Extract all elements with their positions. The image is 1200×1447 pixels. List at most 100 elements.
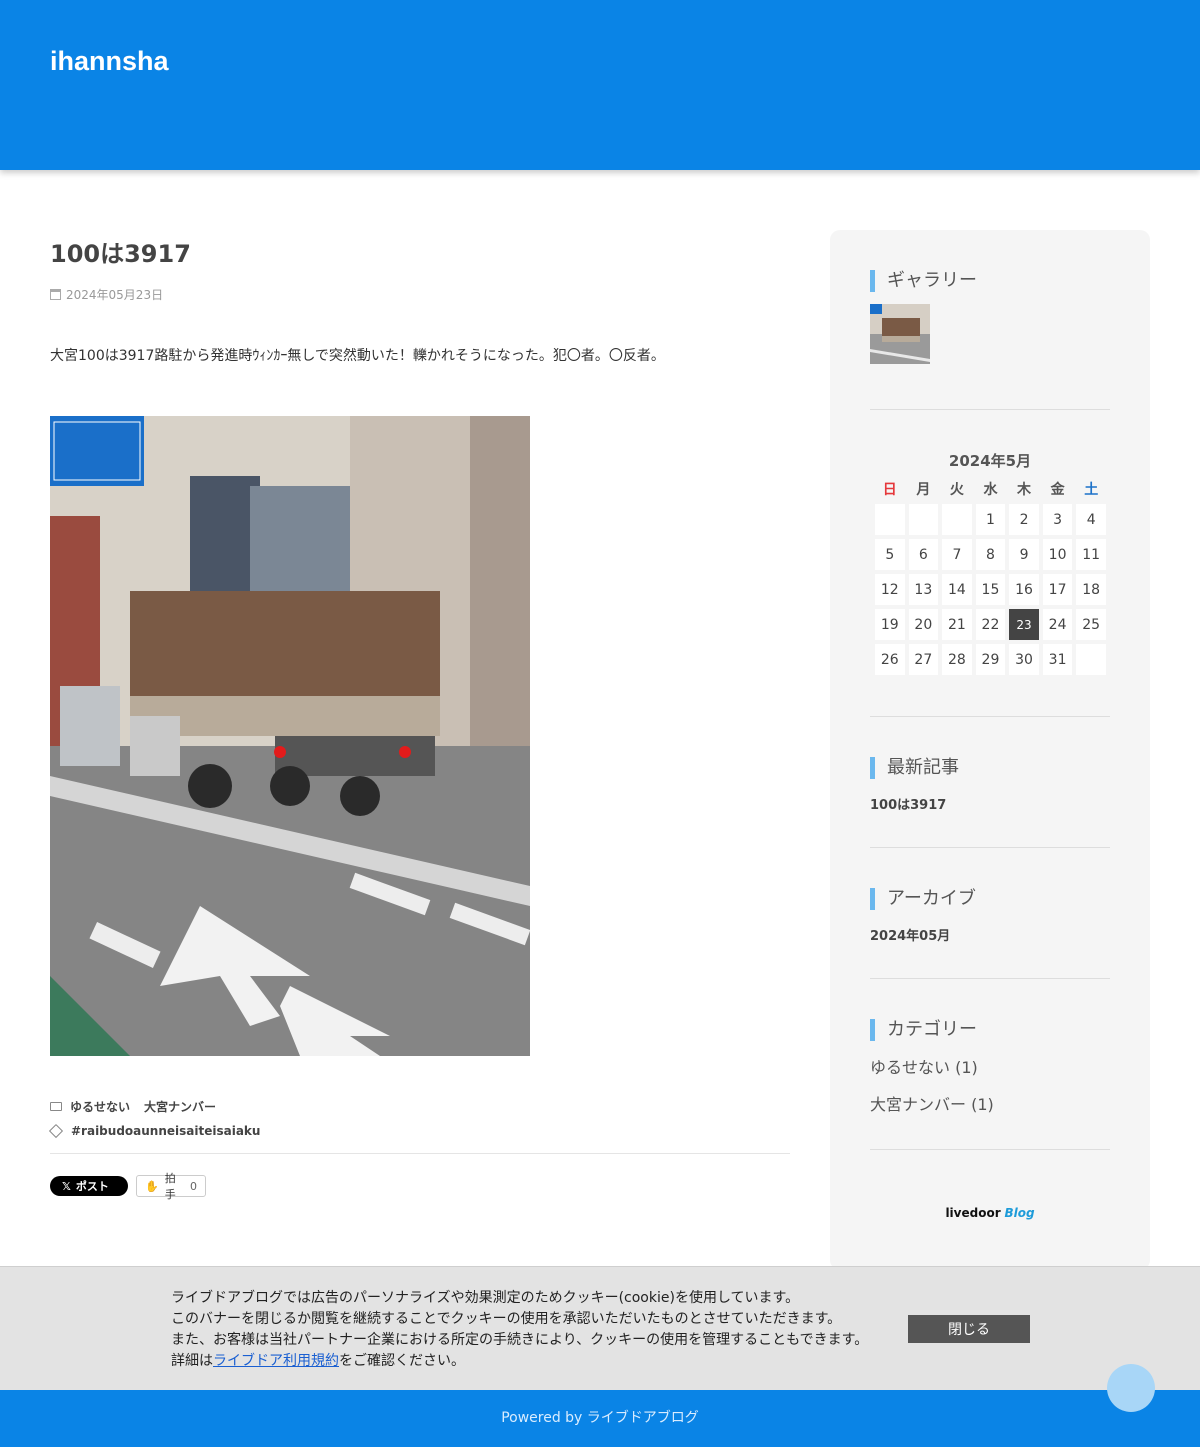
tag-link[interactable]: #raibudoaunneisaiteisaiaku (71, 1124, 260, 1138)
widget-separator (870, 1149, 1110, 1150)
category-row: ゆるせない 大宮ナンバー (50, 1096, 790, 1116)
clap-label: 拍手 (164, 1172, 176, 1201)
calendar-day: 14 (942, 574, 972, 605)
clap-icon: ✋ (145, 1179, 159, 1193)
cookie-line: ライブドアブログでは広告のパーソナライズや効果測定のためクッキー(cookie)… (171, 1290, 800, 1306)
widget-separator (870, 978, 1110, 979)
calendar-day (908, 504, 939, 535)
category-link[interactable]: 大宮ナンバー (144, 1098, 216, 1115)
gallery-thumbnail[interactable] (870, 304, 930, 364)
recent-article-link[interactable]: 100は3917 (870, 794, 1110, 813)
cookie-line: 詳細はライブドア利用規約をご確認ください。 (171, 1353, 465, 1369)
page-top-button[interactable] (1107, 1364, 1155, 1412)
calendar-day: 10 (1042, 539, 1073, 570)
category-link[interactable]: ゆるせない (70, 1098, 130, 1115)
folder-icon (50, 1101, 62, 1111)
calendar-day: 2 (1009, 504, 1039, 535)
calendar-day: 19 (875, 609, 905, 640)
category-title: カテゴリー (870, 1019, 1110, 1041)
calendar-weekday: 月 (916, 482, 931, 498)
widget-separator (870, 716, 1110, 717)
calendar-weekday: 日 (882, 482, 897, 498)
x-logo-icon: 𝕏 (62, 1179, 71, 1193)
cookie-text: ライブドアブログでは広告のパーソナライズや効果測定のためクッキー(cookie)… (171, 1288, 891, 1372)
calendar-day: 27 (908, 644, 939, 675)
article-footer: ゆるせない 大宮ナンバー #raibudoaunneisaiteisaiaku … (48, 1096, 790, 1201)
article-title[interactable]: 100は3917 (50, 234, 790, 274)
gallery-title: ギャラリー (870, 270, 1110, 292)
calendar-day: 7 (942, 539, 972, 570)
sidebar: ギャラリー 2024年5月 日月火水木金土 1 2 3 4 5 6 7 8 9 10 11 12 13 1… (830, 230, 1150, 1270)
calendar-day: 18 (1076, 574, 1106, 605)
archive-link[interactable]: 2024年05月 (870, 925, 1110, 944)
calendar-day: 25 (1076, 609, 1106, 640)
calendar-weekday: 土 (1084, 482, 1099, 498)
calendar-day: 4 (1076, 504, 1106, 535)
calendar-day (875, 504, 905, 535)
calendar-title: 2024年5月 (948, 452, 1032, 470)
cookie-line: このバナーを閉じるか閲覧を継続することでクッキーの使用を承認いただいたものとさせ… (171, 1311, 842, 1327)
x-post-button[interactable]: 𝕏 ポスト (50, 1176, 128, 1196)
calendar-day: 1 (975, 504, 1006, 535)
calendar-day: 5 (875, 539, 905, 570)
article-photo[interactable] (50, 416, 530, 1056)
calendar-weekday: 金 (1050, 482, 1065, 498)
livedoor-blog-logo[interactable]: livedoor Blog (870, 1206, 1110, 1220)
calendar-day: 29 (975, 644, 1006, 675)
category-item[interactable]: ゆるせない (1) (870, 1054, 1110, 1078)
powered-by-text[interactable]: Powered by ライブドアブログ (501, 1410, 699, 1426)
cookie-banner: ライブドアブログでは広告のパーソナライズや効果測定のためクッキー(cookie)… (0, 1266, 1200, 1390)
calendar-day: 22 (975, 609, 1006, 640)
calendar-day: 12 (875, 574, 905, 605)
widget-separator (870, 409, 1110, 410)
calendar-day: 13 (908, 574, 939, 605)
category-item[interactable]: 大宮ナンバー (1) (870, 1091, 1110, 1115)
calendar-day: 20 (908, 609, 939, 640)
calendar-day: 6 (908, 539, 939, 570)
calendar-day: 26 (875, 644, 905, 675)
calendar-weekday: 水 (983, 482, 998, 498)
tag-icon (48, 1123, 64, 1139)
calendar-day: 30 (1009, 644, 1039, 675)
category-widget: カテゴリー ゆるせない (1) 大宮ナンバー (1) (870, 1019, 1110, 1115)
archive-title: アーカイブ (870, 888, 1110, 910)
calendar-day: 15 (975, 574, 1006, 605)
article-divider (50, 1153, 790, 1154)
calendar-day: 3 (1042, 504, 1073, 535)
calendar-icon (50, 288, 61, 300)
archive-widget: アーカイブ 2024年05月 (870, 888, 1110, 944)
gallery-widget: ギャラリー (870, 270, 1110, 364)
recent-title: 最新記事 (870, 757, 1110, 779)
calendar-day: 11 (1076, 539, 1106, 570)
calendar-day: 9 (1009, 539, 1039, 570)
recent-widget: 最新記事 100は3917 (870, 757, 1110, 813)
widget-separator (870, 847, 1110, 848)
calendar-day: 24 (1042, 609, 1073, 640)
site-footer: Powered by ライブドアブログ (0, 1390, 1200, 1447)
article-body: 大宮100は3917路駐から発進時ｳｨﾝｶｰ無しで突然動いた！轢かれそうになった… (50, 348, 665, 364)
calendar-day: 16 (1009, 574, 1039, 605)
clap-button[interactable]: ✋ 拍手 0 (136, 1172, 206, 1201)
calendar-day: 31 (1042, 644, 1073, 675)
site-title-link[interactable]: ihannsha (50, 46, 169, 77)
calendar-weekday: 木 (1017, 482, 1032, 498)
calendar-day: 8 (975, 539, 1006, 570)
terms-link[interactable]: ライブドア利用規約 (213, 1353, 339, 1369)
calendar-day (942, 504, 972, 535)
calendar-day: 28 (942, 644, 972, 675)
site-header: ihannsha (0, 0, 1200, 170)
share-row: 𝕏 ポスト ✋ 拍手 0 (50, 1172, 790, 1201)
article-date: 2024年05月23日 (50, 286, 790, 302)
cookie-close-button[interactable]: 閉じる (908, 1315, 1030, 1343)
calendar-day-today[interactable]: 23 (1009, 609, 1039, 640)
article: 100は3917 2024年05月23日 大宮100は3917路駐から発進時ｳｨ… (48, 230, 790, 1201)
calendar-table: 日月火水木金土 1 2 3 4 5 6 7 8 9 10 11 12 13 14 15 16 17 18 19 20 2… (871, 474, 1110, 679)
gallery-thumbnail-image (870, 304, 930, 364)
calendar-day (1076, 644, 1106, 675)
calendar-weekday: 火 (949, 482, 964, 498)
calendar-widget: 2024年5月 日月火水木金土 1 2 3 4 5 6 7 8 9 10 11 12 13 14 15 16 1… (870, 450, 1110, 679)
x-post-label: ポスト (75, 1180, 109, 1193)
cookie-line: また、お客様は当社パートナー企業における所定の手続きにより、クッキーの使用を管理… (171, 1332, 869, 1348)
calendar-day: 17 (1042, 574, 1073, 605)
tag-row: #raibudoaunneisaiteisaiaku (48, 1121, 790, 1141)
